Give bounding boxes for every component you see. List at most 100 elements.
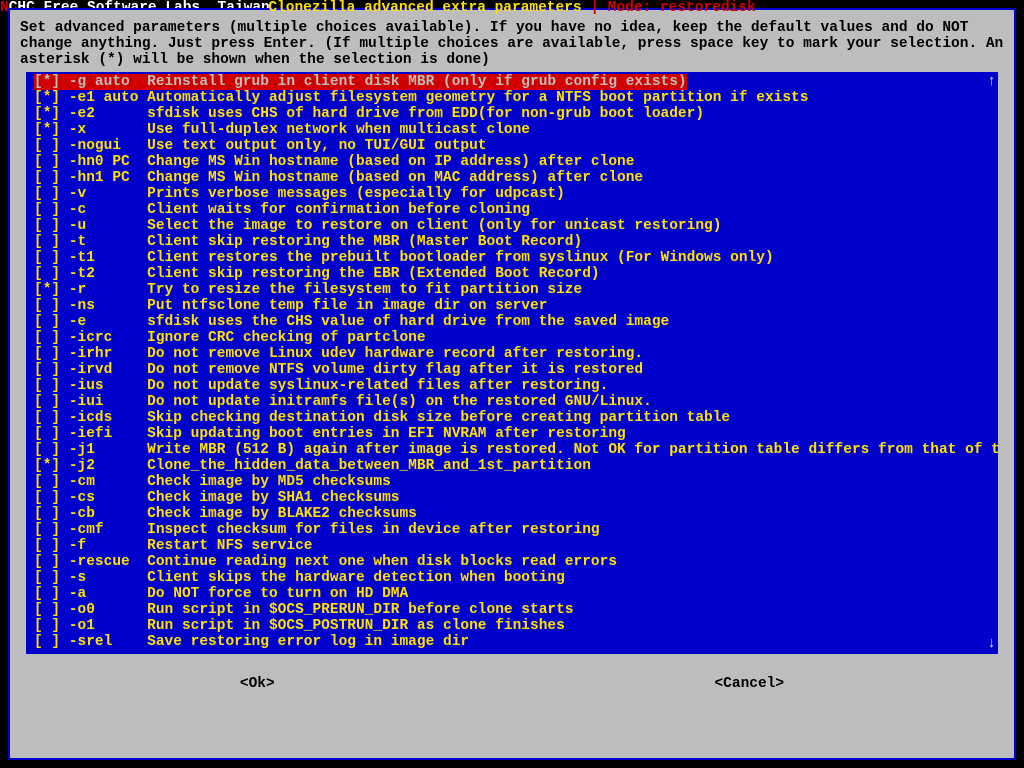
option-row[interactable]: [ ] -c Client waits for confirmation bef… <box>34 202 998 218</box>
option-checkbox[interactable]: [ ] <box>34 570 69 586</box>
option-checkbox[interactable]: [ ] <box>34 362 69 378</box>
option-flag: -cs <box>69 490 147 506</box>
option-checkbox[interactable]: [ ] <box>34 490 69 506</box>
option-checkbox[interactable]: [ ] <box>34 474 69 490</box>
option-row[interactable]: [ ] -hn0 PC Change MS Win hostname (base… <box>34 154 998 170</box>
option-flag: -g auto <box>69 74 147 90</box>
option-checkbox[interactable]: [ ] <box>34 554 69 570</box>
option-flag: -ns <box>69 298 147 314</box>
option-description: Save restoring error log in image dir <box>147 634 469 650</box>
option-row[interactable]: [ ] -j1 Write MBR (512 B) again after im… <box>34 442 998 458</box>
options-listbox[interactable]: ↑ [*] -g auto Reinstall grub in client d… <box>26 72 998 654</box>
option-row[interactable]: [ ] -cmf Inspect checksum for files in d… <box>34 522 998 538</box>
option-checkbox[interactable]: [ ] <box>34 410 69 426</box>
option-checkbox[interactable]: [ ] <box>34 330 69 346</box>
option-row[interactable]: [ ] -cb Check image by BLAKE2 checksums <box>34 506 998 522</box>
dialog-title: Clonezilla advanced extra parameters | M… <box>10 0 1014 16</box>
option-description: Do not update syslinux-related files aft… <box>147 378 608 394</box>
option-checkbox[interactable]: [ ] <box>34 634 69 650</box>
option-row[interactable]: [ ] -iui Do not update initramfs file(s)… <box>34 394 998 410</box>
option-checkbox[interactable]: [ ] <box>34 202 69 218</box>
option-row[interactable]: [ ] -icrc Ignore CRC checking of partclo… <box>34 330 998 346</box>
scroll-up-icon[interactable]: ↑ <box>987 74 996 90</box>
option-description: Change MS Win hostname (based on MAC add… <box>147 170 643 186</box>
option-flag: -v <box>69 186 147 202</box>
option-flag: -x <box>69 122 147 138</box>
option-description: Inspect checksum for files in device aft… <box>147 522 599 538</box>
option-checkbox[interactable]: [ ] <box>34 602 69 618</box>
option-row[interactable]: [ ] -rescue Continue reading next one wh… <box>34 554 998 570</box>
option-description: Continue reading next one when disk bloc… <box>147 554 617 570</box>
option-row[interactable]: [ ] -s Client skips the hardware detecti… <box>34 570 998 586</box>
option-checkbox[interactable]: [ ] <box>34 394 69 410</box>
option-checkbox[interactable]: [ ] <box>34 442 69 458</box>
dialog-title-mode: Mode: restoredisk <box>599 0 764 16</box>
option-flag: -irvd <box>69 362 147 378</box>
option-row[interactable]: [ ] -f Restart NFS service <box>34 538 998 554</box>
option-checkbox[interactable]: [*] <box>34 458 69 474</box>
option-row[interactable]: [ ] -irvd Do not remove NTFS volume dirt… <box>34 362 998 378</box>
option-flag: -t1 <box>69 250 147 266</box>
option-checkbox[interactable]: [ ] <box>34 218 69 234</box>
option-row[interactable]: [*] -e1 auto Automatically adjust filesy… <box>34 90 998 106</box>
option-description: sfdisk uses the CHS value of hard drive … <box>147 314 669 330</box>
option-checkbox[interactable]: [ ] <box>34 506 69 522</box>
option-checkbox[interactable]: [ ] <box>34 298 69 314</box>
option-row[interactable]: [ ] -cm Check image by MD5 checksums <box>34 474 998 490</box>
option-flag: -t <box>69 234 147 250</box>
option-flag: -r <box>69 282 147 298</box>
option-row[interactable]: [*] -r Try to resize the filesystem to f… <box>34 282 998 298</box>
option-checkbox[interactable]: [ ] <box>34 538 69 554</box>
option-row[interactable]: [ ] -t1 Client restores the prebuilt boo… <box>34 250 998 266</box>
option-checkbox[interactable]: [*] <box>34 282 69 298</box>
option-checkbox[interactable]: [ ] <box>34 250 69 266</box>
option-flag: -icds <box>69 410 147 426</box>
option-checkbox[interactable]: [ ] <box>34 586 69 602</box>
option-checkbox[interactable]: [ ] <box>34 170 69 186</box>
scroll-down-icon[interactable]: ↓ <box>987 636 996 652</box>
option-checkbox[interactable]: [ ] <box>34 234 69 250</box>
option-checkbox[interactable]: [ ] <box>34 522 69 538</box>
option-row[interactable]: [ ] -o1 Run script in $OCS_POSTRUN_DIR a… <box>34 618 998 634</box>
option-row[interactable]: [*] -j2 Clone_the_hidden_data_between_MB… <box>34 458 998 474</box>
option-row[interactable]: [ ] -a Do NOT force to turn on HD DMA <box>34 586 998 602</box>
option-row[interactable]: [*] -e2 sfdisk uses CHS of hard drive fr… <box>34 106 998 122</box>
option-checkbox[interactable]: [ ] <box>34 378 69 394</box>
option-checkbox[interactable]: [ ] <box>34 154 69 170</box>
option-row[interactable]: [ ] -e sfdisk uses the CHS value of hard… <box>34 314 998 330</box>
option-row[interactable]: [*] -g auto Reinstall grub in client dis… <box>34 74 998 90</box>
option-checkbox[interactable]: [*] <box>34 122 69 138</box>
option-row[interactable]: [ ] -t2 Client skip restoring the EBR (E… <box>34 266 998 282</box>
option-checkbox[interactable]: [ ] <box>34 346 69 362</box>
option-checkbox[interactable]: [ ] <box>34 266 69 282</box>
option-row[interactable]: [ ] -ns Put ntfsclone temp file in image… <box>34 298 998 314</box>
option-row[interactable]: [ ] -u Select the image to restore on cl… <box>34 218 998 234</box>
option-checkbox[interactable]: [ ] <box>34 314 69 330</box>
option-row[interactable]: [ ] -cs Check image by SHA1 checksums <box>34 490 998 506</box>
cancel-button[interactable]: <Cancel> <box>710 676 788 692</box>
option-flag: -e2 <box>69 106 147 122</box>
option-row[interactable]: [ ] -iefi Skip updating boot entries in … <box>34 426 998 442</box>
option-checkbox[interactable]: [ ] <box>34 618 69 634</box>
option-row[interactable]: [ ] -v Prints verbose messages (especial… <box>34 186 998 202</box>
option-row[interactable]: [ ] -srel Save restoring error log in im… <box>34 634 998 650</box>
option-description: Change MS Win hostname (based on IP addr… <box>147 154 634 170</box>
option-checkbox[interactable]: [*] <box>34 90 69 106</box>
option-row[interactable]: [ ] -icds Skip checking destination disk… <box>34 410 998 426</box>
option-row[interactable]: [ ] -irhr Do not remove Linux udev hardw… <box>34 346 998 362</box>
ok-button[interactable]: <Ok> <box>236 676 279 692</box>
option-checkbox[interactable]: [ ] <box>34 426 69 442</box>
option-flag: -a <box>69 586 147 602</box>
option-checkbox[interactable]: [ ] <box>34 138 69 154</box>
option-row[interactable]: [ ] -ius Do not update syslinux-related … <box>34 378 998 394</box>
option-checkbox[interactable]: [*] <box>34 106 69 122</box>
option-row[interactable]: [*] -x Use full-duplex network when mult… <box>34 122 998 138</box>
option-row[interactable]: [ ] -hn1 PC Change MS Win hostname (base… <box>34 170 998 186</box>
option-checkbox[interactable]: [*] <box>34 74 69 90</box>
option-row[interactable]: [ ] -t Client skip restoring the MBR (Ma… <box>34 234 998 250</box>
option-row[interactable]: [ ] -nogui Use text output only, no TUI/… <box>34 138 998 154</box>
dialog-frame: Clonezilla advanced extra parameters | M… <box>8 8 1016 760</box>
option-row[interactable]: [ ] -o0 Run script in $OCS_PRERUN_DIR be… <box>34 602 998 618</box>
option-description: Skip updating boot entries in EFI NVRAM … <box>147 426 626 442</box>
option-checkbox[interactable]: [ ] <box>34 186 69 202</box>
